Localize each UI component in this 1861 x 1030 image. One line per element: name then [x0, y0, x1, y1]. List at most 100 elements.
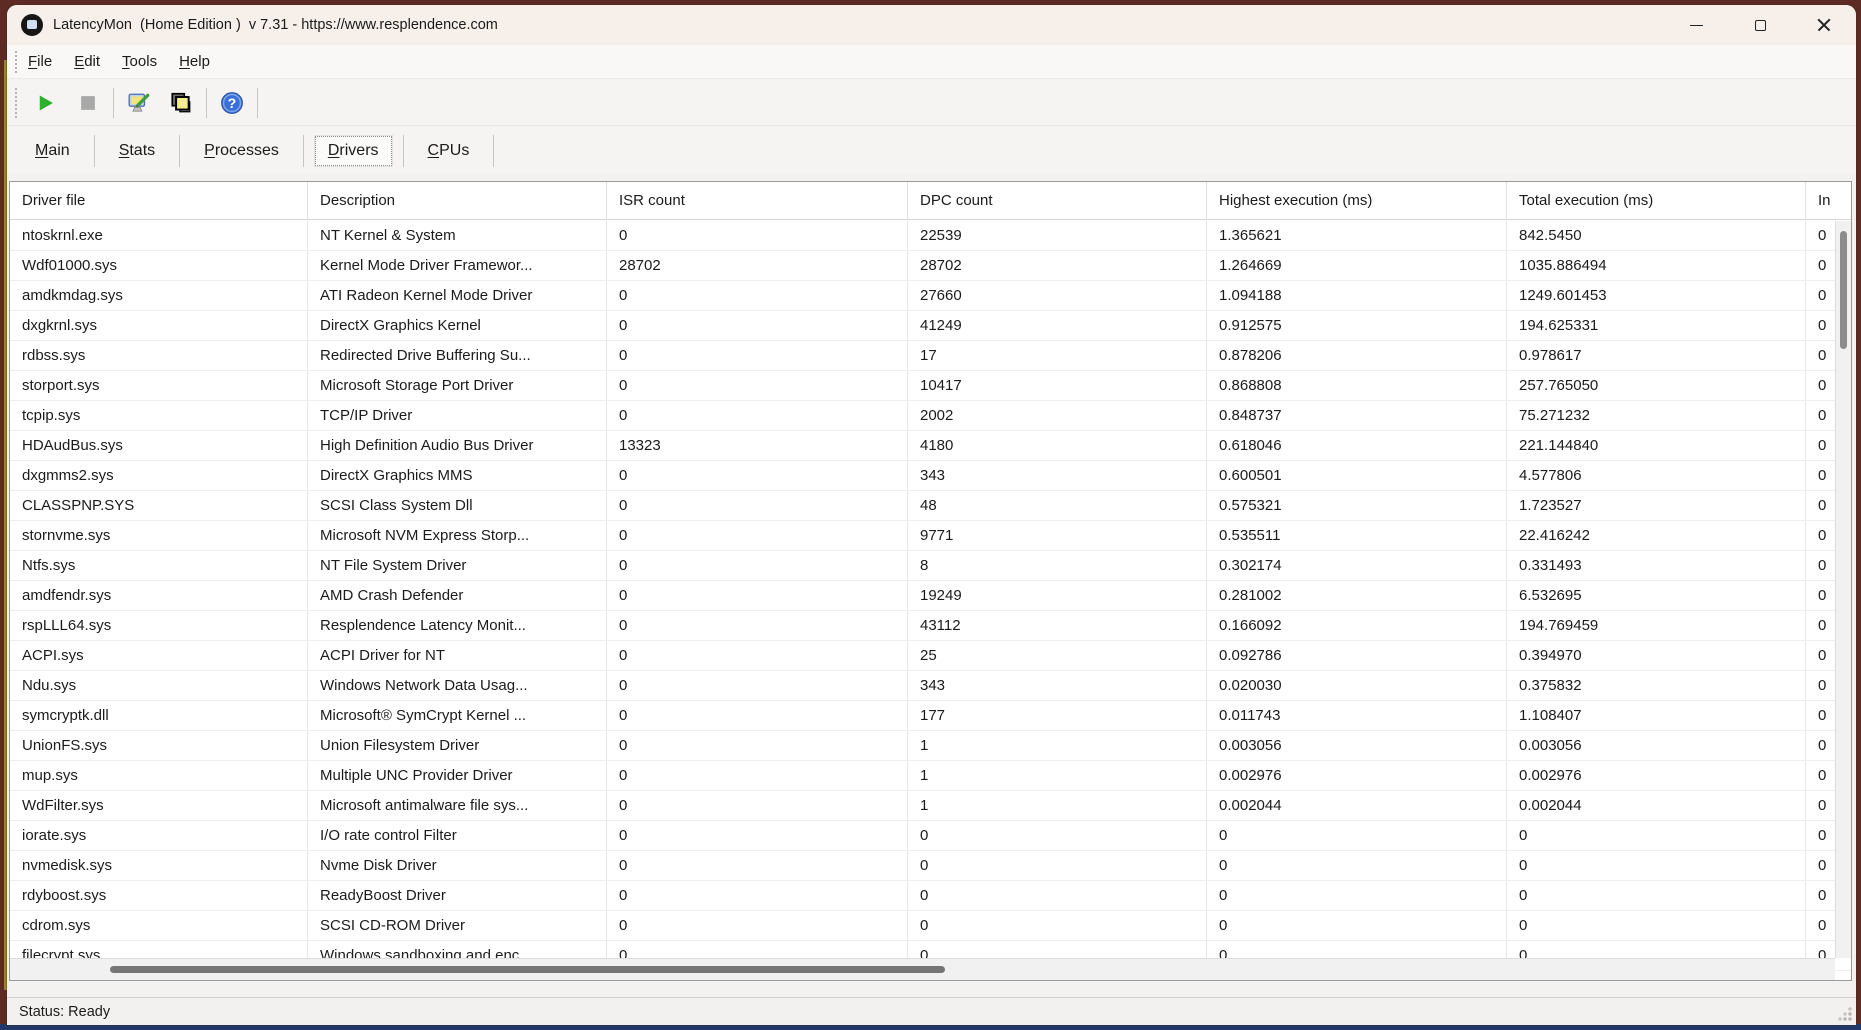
help-question-icon: ?	[220, 91, 244, 115]
table-cell: 0	[1207, 851, 1507, 880]
menu-item-help[interactable]: Help	[168, 53, 221, 70]
tab-separator	[403, 135, 404, 167]
table-cell: dxgkrnl.sys	[10, 311, 308, 340]
table-cell: 0	[607, 221, 908, 250]
table-row[interactable]: WdFilter.sysMicrosoft antimalware file s…	[10, 791, 1852, 821]
windows-button[interactable]	[160, 84, 202, 122]
table-cell: 0	[607, 461, 908, 490]
minimize-button[interactable]	[1664, 5, 1728, 45]
table-cell: 0.002044	[1207, 791, 1507, 820]
table-row[interactable]: Wdf01000.sysKernel Mode Driver Framewor.…	[10, 251, 1852, 281]
table-cell: 0	[607, 371, 908, 400]
table-row[interactable]: CLASSPNP.SYSSCSI Class System Dll0480.57…	[10, 491, 1852, 521]
table-row[interactable]: mup.sysMultiple UNC Provider Driver010.0…	[10, 761, 1852, 791]
vertical-scrollbar[interactable]	[1835, 221, 1851, 958]
menu-item-edit[interactable]: Edit	[63, 53, 111, 70]
table-cell: Microsoft Storage Port Driver	[308, 371, 607, 400]
table-cell: 0	[607, 911, 908, 940]
tab-drivers[interactable]: Drivers	[315, 136, 392, 166]
table-cell: Union Filesystem Driver	[308, 731, 607, 760]
table-cell: 0	[607, 611, 908, 640]
toolbar: ?	[7, 80, 1856, 126]
table-cell: NT File System Driver	[308, 551, 607, 580]
table-cell: WdFilter.sys	[10, 791, 308, 820]
table-cell: ATI Radeon Kernel Mode Driver	[308, 281, 607, 310]
column-header-1[interactable]: Description	[308, 182, 607, 219]
vertical-scrollbar-thumb[interactable]	[1840, 231, 1847, 349]
column-header-4[interactable]: Highest execution (ms)	[1207, 182, 1507, 219]
table-row[interactable]: Ndu.sysWindows Network Data Usag...03430…	[10, 671, 1852, 701]
table-cell: 0	[607, 341, 908, 370]
resize-grip[interactable]	[1838, 1007, 1852, 1021]
table-row[interactable]: dxgkrnl.sysDirectX Graphics Kernel041249…	[10, 311, 1852, 341]
table-cell: 194.625331	[1507, 311, 1806, 340]
table-cell: 10417	[908, 371, 1207, 400]
table-cell: 43112	[908, 611, 1207, 640]
table-row[interactable]: nvmedisk.sysNvme Disk Driver00000	[10, 851, 1852, 881]
tab-processes[interactable]: Processes	[191, 136, 292, 166]
column-header-0[interactable]: Driver file	[10, 182, 308, 219]
horizontal-scrollbar-thumb[interactable]	[110, 966, 945, 973]
table-cell: dxgmms2.sys	[10, 461, 308, 490]
table-cell: 25	[908, 641, 1207, 670]
table-cell: 0	[607, 731, 908, 760]
table-row[interactable]: dxgmms2.sysDirectX Graphics MMS03430.600…	[10, 461, 1852, 491]
table-cell: DirectX Graphics Kernel	[308, 311, 607, 340]
table-cell: 0	[908, 851, 1207, 880]
window-title: LatencyMon (Home Edition ) v 7.31 - http…	[53, 17, 498, 33]
table-cell: 221.144840	[1507, 431, 1806, 460]
table-row[interactable]: rdyboost.sysReadyBoost Driver00000	[10, 881, 1852, 911]
table-cell: Ndu.sys	[10, 671, 308, 700]
drivers-table: Driver fileDescriptionISR countDPC count…	[9, 181, 1852, 981]
table-cell: HDAudBus.sys	[10, 431, 308, 460]
menu-item-tools[interactable]: Tools	[111, 53, 168, 70]
tab-cpus[interactable]: CPUs	[415, 136, 483, 166]
table-cell: 1.108407	[1507, 701, 1806, 730]
table-cell: 0	[607, 761, 908, 790]
table-cell: 0	[1507, 911, 1806, 940]
table-row[interactable]: rspLLL64.sysResplendence Latency Monit..…	[10, 611, 1852, 641]
column-header-2[interactable]: ISR count	[607, 182, 908, 219]
help-button[interactable]: ?	[211, 84, 253, 122]
tab-separator	[94, 135, 95, 167]
table-cell: 0	[607, 491, 908, 520]
table-row[interactable]: amdfendr.sysAMD Crash Defender0192490.28…	[10, 581, 1852, 611]
table-cell: 0	[607, 701, 908, 730]
column-header-6[interactable]: In	[1806, 182, 1852, 219]
column-header-3[interactable]: DPC count	[908, 182, 1207, 219]
table-cell: ACPI Driver for NT	[308, 641, 607, 670]
stop-monitor-button[interactable]	[67, 84, 109, 122]
analyze-button[interactable]	[118, 84, 160, 122]
table-cell: Multiple UNC Provider Driver	[308, 761, 607, 790]
table-row[interactable]: iorate.sysI/O rate control Filter00000	[10, 821, 1852, 851]
close-button[interactable]	[1792, 5, 1856, 45]
table-cell: AMD Crash Defender	[308, 581, 607, 610]
menu-item-file[interactable]: File	[17, 53, 63, 70]
table-row[interactable]: ntoskrnl.exeNT Kernel & System0225391.36…	[10, 221, 1852, 251]
table-row[interactable]: storport.sysMicrosoft Storage Port Drive…	[10, 371, 1852, 401]
table-row[interactable]: UnionFS.sysUnion Filesystem Driver010.00…	[10, 731, 1852, 761]
table-row[interactable]: cdrom.sysSCSI CD-ROM Driver00000	[10, 911, 1852, 941]
table-cell: 1.264669	[1207, 251, 1507, 280]
table-cell: stornvme.sys	[10, 521, 308, 550]
tab-main[interactable]: Main	[22, 136, 83, 166]
table-row[interactable]: symcryptk.dllMicrosoft® SymCrypt Kernel …	[10, 701, 1852, 731]
table-row[interactable]: HDAudBus.sysHigh Definition Audio Bus Dr…	[10, 431, 1852, 461]
table-row[interactable]: Ntfs.sysNT File System Driver080.3021740…	[10, 551, 1852, 581]
table-row[interactable]: ACPI.sysACPI Driver for NT0250.0927860.3…	[10, 641, 1852, 671]
table-cell: 0.618046	[1207, 431, 1507, 460]
table-row[interactable]: tcpip.sysTCP/IP Driver020020.84873775.27…	[10, 401, 1852, 431]
tab-stats[interactable]: Stats	[106, 136, 168, 166]
table-row[interactable]: amdkmdag.sysATI Radeon Kernel Mode Drive…	[10, 281, 1852, 311]
screen-pencil-icon	[127, 91, 151, 115]
column-header-5[interactable]: Total execution (ms)	[1507, 182, 1806, 219]
table-cell: 343	[908, 671, 1207, 700]
table-cell: 0	[607, 401, 908, 430]
table-row[interactable]: stornvme.sysMicrosoft NVM Express Storp.…	[10, 521, 1852, 551]
table-row[interactable]: rdbss.sysRedirected Drive Buffering Su..…	[10, 341, 1852, 371]
maximize-icon	[1755, 20, 1766, 31]
start-monitor-button[interactable]	[25, 84, 67, 122]
maximize-button[interactable]	[1728, 5, 1792, 45]
horizontal-scrollbar[interactable]	[10, 958, 1835, 980]
table-cell: 9771	[908, 521, 1207, 550]
